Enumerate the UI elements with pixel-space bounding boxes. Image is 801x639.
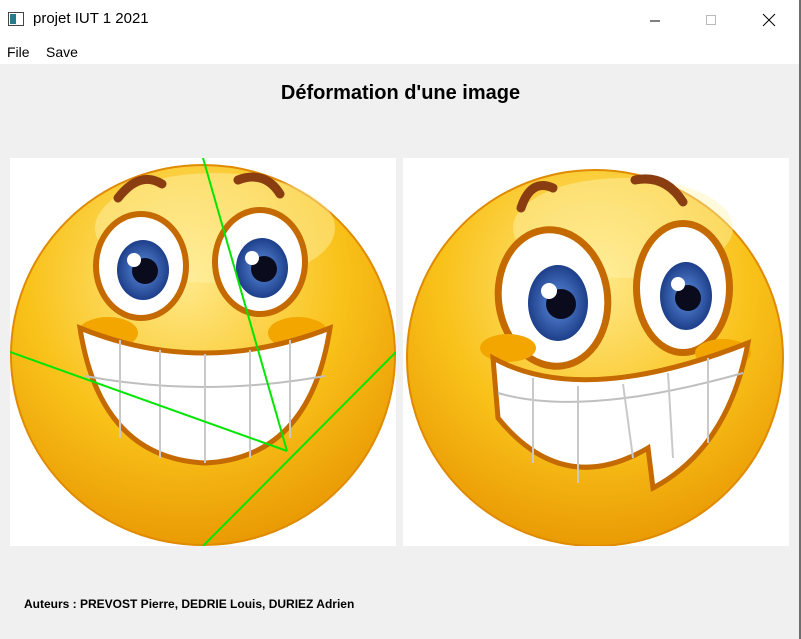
- app-icon: [8, 12, 24, 26]
- client-area: Déformation d'une image Auteurs: PREVOS…: [0, 64, 801, 639]
- deformed-smiley-image: [406, 169, 784, 546]
- minimize-button[interactable]: [626, 0, 684, 40]
- menu-save[interactable]: Save: [46, 44, 78, 60]
- close-icon: [762, 13, 776, 27]
- menu-file[interactable]: File: [7, 44, 30, 60]
- result-image-panel: [403, 158, 789, 546]
- title-bar: projet IUT 1 2021: [0, 0, 801, 40]
- source-smiley-image: [10, 158, 396, 546]
- maximize-icon: [706, 15, 716, 25]
- menu-bar: File Save: [0, 40, 801, 64]
- close-button[interactable]: [740, 0, 798, 40]
- page-title: Déformation d'une image: [280, 82, 521, 104]
- source-image-panel[interactable]: [10, 158, 396, 546]
- authors-label: Auteurs : PREVOST Pierre, DEDRIE Louis, …: [24, 597, 355, 611]
- window-title: projet IUT 1 2021: [33, 10, 149, 27]
- minimize-icon: [650, 20, 660, 22]
- maximize-button[interactable]: [682, 0, 740, 40]
